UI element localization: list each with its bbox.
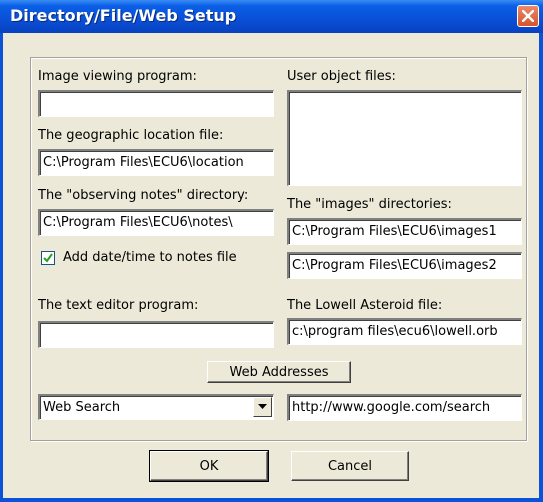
images-dir-label: The "images" directories: xyxy=(287,197,452,212)
ok-button[interactable]: OK xyxy=(149,450,269,482)
images-dir-1-input[interactable]: C:\Program Files\ECU6\images1 xyxy=(287,218,522,245)
ok-button-label: OK xyxy=(199,458,219,474)
close-icon xyxy=(522,10,534,22)
notes-dir-input[interactable]: C:\Program Files\ECU6\notes\ xyxy=(38,209,274,236)
lowell-file-label: The Lowell Asteroid file: xyxy=(287,298,443,313)
web-select[interactable]: Web Search xyxy=(38,394,274,420)
geo-location-label: The geographic location file: xyxy=(38,128,224,143)
add-datetime-checkbox[interactable] xyxy=(41,251,55,265)
web-addresses-button[interactable]: Web Addresses xyxy=(207,361,351,383)
geo-location-input[interactable]: C:\Program Files\ECU6\location xyxy=(38,149,274,176)
user-object-label: User object files: xyxy=(287,69,396,84)
close-button[interactable] xyxy=(517,5,539,27)
web-select-dropdown-button[interactable] xyxy=(253,397,272,417)
notes-dir-label: The "observing notes" directory: xyxy=(38,188,249,203)
text-editor-label: The text editor program: xyxy=(38,298,199,313)
chevron-down-icon xyxy=(258,404,267,409)
web-select-value: Web Search xyxy=(43,400,121,415)
web-addresses-button-label: Web Addresses xyxy=(229,364,329,380)
web-url-input[interactable]: http://www.google.com/search xyxy=(287,394,522,421)
window-title: Directory/File/Web Setup xyxy=(10,6,237,25)
lowell-file-input[interactable]: c:\program files\ecu6\lowell.orb xyxy=(287,318,522,345)
image-viewer-label: Image viewing program: xyxy=(38,69,197,84)
cancel-button-label: Cancel xyxy=(327,458,373,474)
checkmark-icon xyxy=(43,253,53,263)
image-viewer-input[interactable] xyxy=(38,90,274,117)
add-datetime-label[interactable]: Add date/time to notes file xyxy=(63,250,237,265)
user-object-listbox[interactable] xyxy=(287,90,522,186)
title-bar[interactable]: Directory/File/Web Setup xyxy=(0,0,543,33)
images-dir-2-input[interactable]: C:\Program Files\ECU6\images2 xyxy=(287,252,522,279)
dialog-window: Directory/File/Web Setup Image viewing p… xyxy=(0,0,543,502)
cancel-button[interactable]: Cancel xyxy=(291,451,409,481)
text-editor-input[interactable] xyxy=(38,321,274,348)
